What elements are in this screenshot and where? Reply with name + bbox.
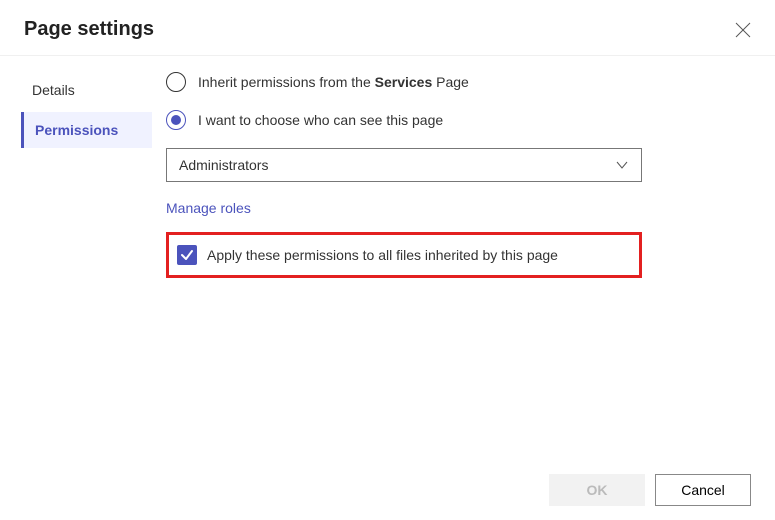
radio-icon xyxy=(166,72,186,92)
sidebar: Details Permissions xyxy=(0,72,160,278)
radio-icon-selected xyxy=(166,110,186,130)
ok-button[interactable]: OK xyxy=(549,474,645,506)
dialog-header: Page settings xyxy=(0,0,775,56)
apply-to-files-checkbox[interactable]: Apply these permissions to all files inh… xyxy=(177,245,627,265)
cancel-button[interactable]: Cancel xyxy=(655,474,751,506)
radio-choose-label: I want to choose who can see this page xyxy=(198,112,443,128)
radio-choose-permissions[interactable]: I want to choose who can see this page xyxy=(166,110,735,130)
dialog-body: Details Permissions Inherit permissions … xyxy=(0,56,775,278)
role-select[interactable]: Administrators xyxy=(166,148,642,182)
close-icon[interactable] xyxy=(735,22,751,38)
highlighted-region: Apply these permissions to all files inh… xyxy=(166,232,642,278)
sidebar-item-permissions[interactable]: Permissions xyxy=(21,112,152,148)
sidebar-item-details[interactable]: Details xyxy=(24,72,152,108)
radio-inherit-permissions[interactable]: Inherit permissions from the Services Pa… xyxy=(166,72,735,92)
chevron-down-icon xyxy=(615,158,629,172)
manage-roles-link[interactable]: Manage roles xyxy=(166,200,251,216)
apply-to-files-label: Apply these permissions to all files inh… xyxy=(207,247,558,263)
radio-inherit-label: Inherit permissions from the Services Pa… xyxy=(198,74,469,90)
radio-dot-icon xyxy=(171,115,181,125)
role-select-value: Administrators xyxy=(179,157,268,173)
main-panel: Inherit permissions from the Services Pa… xyxy=(160,72,775,278)
checkbox-checked-icon xyxy=(177,245,197,265)
page-title: Page settings xyxy=(24,18,154,41)
dialog-footer: OK Cancel xyxy=(549,474,751,506)
